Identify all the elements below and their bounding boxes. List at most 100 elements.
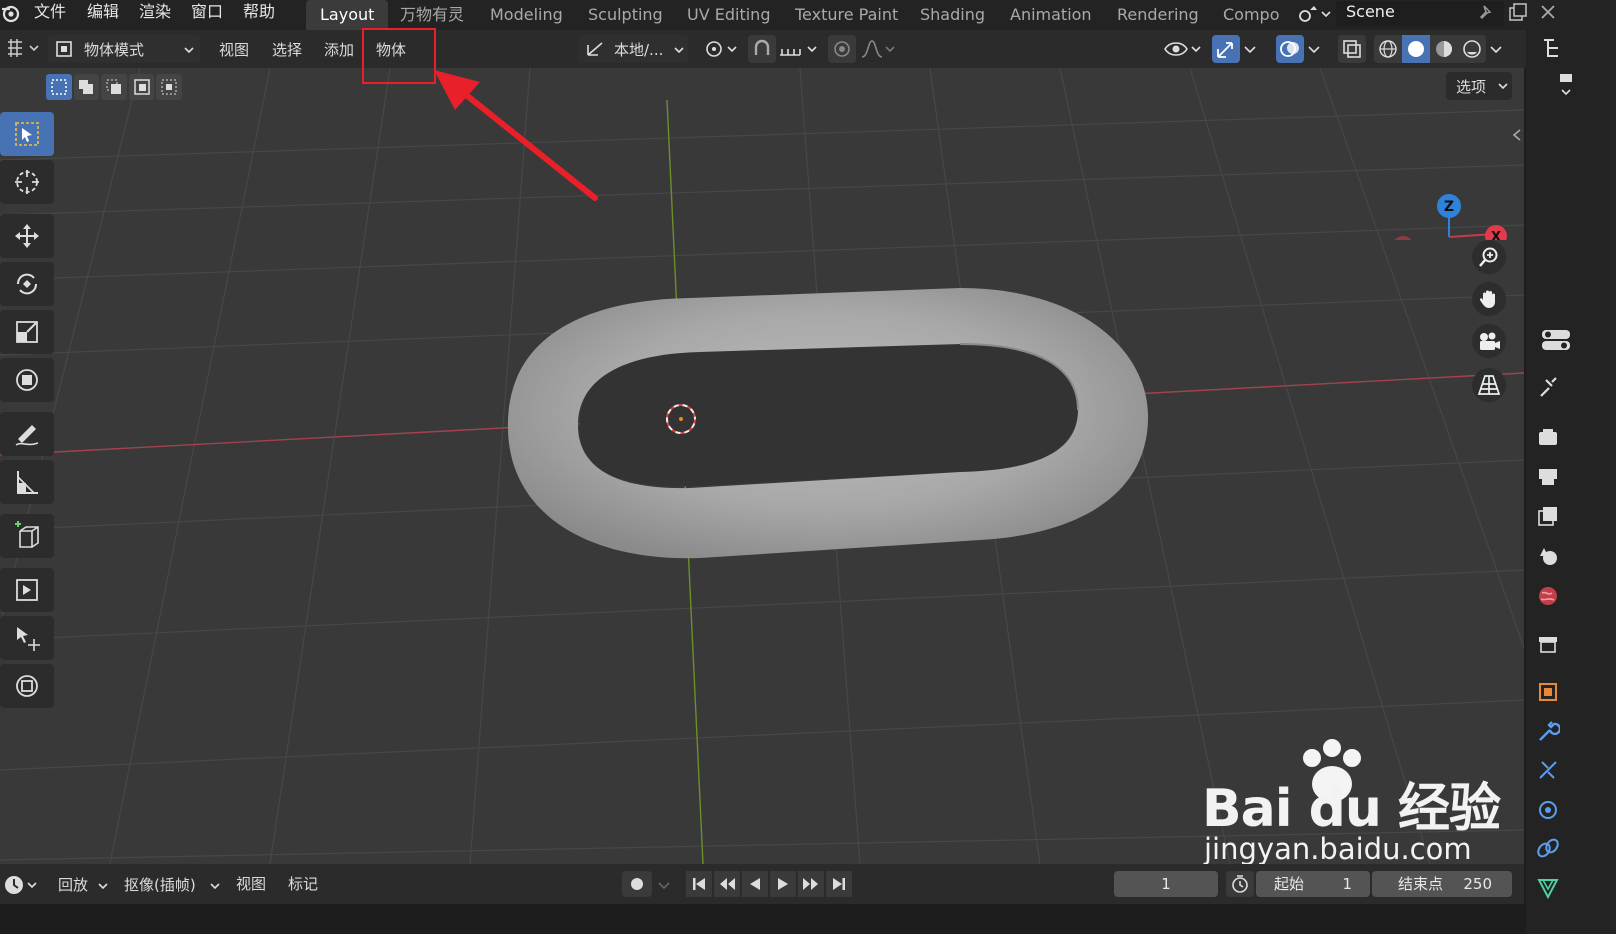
keying-menu[interactable]: 抠像(插帧) [116,872,224,898]
constraints-properties-icon[interactable] [1536,836,1560,860]
select-box-tool-icon[interactable] [0,112,54,156]
select-intersect-icon[interactable] [156,74,182,100]
perspective-toggle-icon[interactable] [1472,368,1506,402]
pin-icon[interactable] [1478,4,1496,22]
tab-layout[interactable]: Layout [306,0,389,30]
data-properties-icon[interactable] [1536,876,1560,900]
tab-texture-paint[interactable]: Texture Paint [781,0,912,30]
annotate-tool-icon[interactable] [0,412,54,456]
timeline-view-menu[interactable]: 视图 [236,873,266,894]
rotate-tool-icon[interactable] [0,262,54,306]
blender-logo-icon[interactable] [0,2,22,24]
overlays-toggle-icon[interactable] [1276,35,1304,63]
start-frame-field[interactable]: 起始 1 [1256,871,1370,897]
jump-end-icon[interactable] [826,871,852,897]
pivot-point-icon[interactable] [700,35,740,63]
scene-properties-icon[interactable] [1536,544,1560,568]
tab-rendering[interactable]: Rendering [1103,0,1213,30]
scale-cage-tool-icon[interactable] [0,568,54,612]
sidebar-toggle-icon[interactable] [1510,124,1524,146]
menu-file[interactable]: 文件 [34,0,66,28]
editor-type-icon[interactable] [4,36,42,62]
play-icon[interactable] [770,871,796,897]
new-scene-icon[interactable] [1507,2,1529,24]
tab-sculpting[interactable]: Sculpting [574,0,677,30]
material-shading-icon[interactable] [1430,35,1458,63]
menu-view[interactable]: 视图 [219,39,249,60]
play-reverse-icon[interactable] [742,871,768,897]
3d-viewport[interactable]: Z X 选项 Bai du 经验 jingyan.baidu.com [0,68,1524,864]
timeline-editor-icon[interactable] [2,872,42,898]
outliner-filter-icon[interactable] [1556,70,1576,100]
select-new-icon[interactable] [46,74,72,100]
proportional-edit-icon[interactable] [828,35,856,63]
tab-uv-editing[interactable]: UV Editing [673,0,784,30]
select-extend-icon[interactable] [73,74,100,100]
particles-properties-icon[interactable] [1536,758,1560,782]
overlays-dropdown-icon[interactable] [1306,40,1322,58]
wireframe-shading-icon[interactable] [1374,35,1402,63]
transform-gizmo-tool-icon[interactable] [0,664,54,708]
menu-edit[interactable]: 编辑 [87,0,119,28]
cursor-tool-icon[interactable] [0,160,54,204]
mode-selector-dropdown[interactable]: 物体模式 [48,35,200,63]
auto-keying-dropdown-icon[interactable] [654,876,674,894]
tool-properties-icon[interactable] [1536,376,1560,400]
tab-wanwuyouling[interactable]: 万物有灵 [386,0,478,30]
playback-menu[interactable]: 回放 [50,872,110,898]
properties-editor-icon[interactable] [1536,326,1576,354]
collection-properties-icon[interactable] [1536,632,1560,656]
preview-range-icon[interactable] [1226,871,1254,897]
measure-tool-icon[interactable] [0,460,54,504]
world-properties-icon[interactable] [1536,584,1560,608]
object-properties-icon[interactable] [1536,680,1560,704]
next-keyframe-icon[interactable] [798,871,824,897]
prev-keyframe-icon[interactable] [714,871,740,897]
snap-toggle-icon[interactable] [748,35,776,63]
jump-start-icon[interactable] [686,871,712,897]
camera-view-icon[interactable] [1472,324,1506,358]
scene-selector-icon[interactable] [1296,2,1332,26]
timeline-marker-menu[interactable]: 标记 [288,873,318,894]
menu-help[interactable]: 帮助 [243,0,275,28]
gizmo-toggle-icon[interactable] [1212,35,1240,63]
snap-move-tool-icon[interactable] [0,616,54,660]
gizmo-dropdown-icon[interactable] [1242,40,1258,58]
view-layer-icon[interactable] [1536,504,1560,528]
outliner-icon[interactable] [1540,36,1568,60]
transform-tool-icon[interactable] [0,358,54,402]
select-subtract-icon[interactable] [101,74,127,100]
tab-modeling[interactable]: Modeling [476,0,577,30]
solid-shading-icon[interactable] [1402,35,1430,63]
render-properties-icon[interactable] [1536,426,1560,448]
menu-window[interactable]: 窗口 [191,0,223,28]
tab-shading[interactable]: Shading [906,0,999,30]
select-invert-icon[interactable] [128,74,155,100]
scale-tool-icon[interactable] [0,310,54,354]
zoom-icon[interactable] [1472,240,1506,274]
transform-orientation-dropdown[interactable]: 本地/... [578,35,688,63]
options-dropdown[interactable]: 选项 [1446,72,1512,100]
falloff-icon[interactable] [858,35,898,63]
auto-keying-toggle[interactable] [622,871,652,897]
delete-scene-icon[interactable] [1538,2,1558,22]
navigation-gizmo[interactable]: Z X [1386,130,1524,240]
modifier-properties-icon[interactable] [1536,720,1562,744]
rendered-shading-icon[interactable] [1458,35,1486,63]
move-tool-icon[interactable] [0,214,54,258]
end-frame-field[interactable]: 结束点 250 [1372,871,1512,897]
tab-compositing[interactable]: Compo [1209,0,1294,30]
menu-select[interactable]: 选择 [272,39,302,60]
tab-animation[interactable]: Animation [996,0,1106,30]
visibility-icon[interactable] [1162,35,1206,63]
physics-properties-icon[interactable] [1536,798,1560,822]
menu-add[interactable]: 添加 [324,39,354,60]
current-frame-field[interactable]: 1 [1114,871,1218,897]
xray-toggle-icon[interactable] [1338,35,1366,63]
output-properties-icon[interactable] [1536,466,1560,488]
shading-dropdown-icon[interactable] [1488,40,1504,58]
menu-render[interactable]: 渲染 [139,0,171,28]
pan-hand-icon[interactable] [1472,282,1506,316]
snap-target-icon[interactable] [776,35,820,63]
add-cube-tool-icon[interactable] [0,514,54,558]
